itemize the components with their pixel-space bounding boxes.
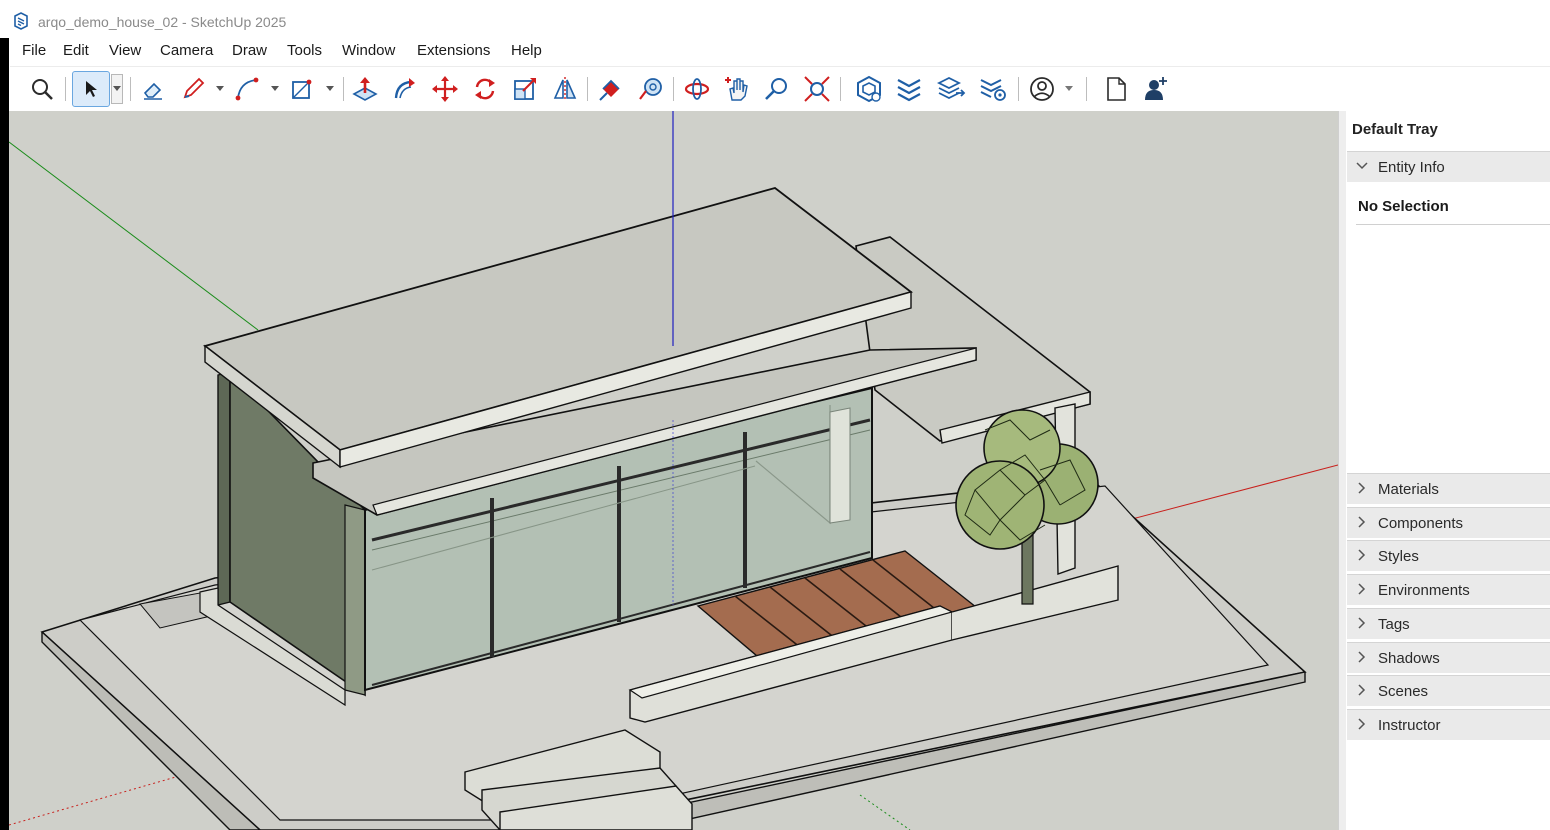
tray-title: Default Tray — [1352, 121, 1438, 138]
title-bar: arqo_demo_house_02 - SketchUp 2025 — [0, 0, 1550, 38]
panel-styles[interactable]: Styles — [1347, 540, 1550, 571]
extension-warehouse-icon[interactable] — [892, 71, 926, 107]
toolbar-separator — [130, 77, 131, 101]
panel-label: Shadows — [1378, 650, 1440, 667]
menu-camera[interactable]: Camera — [160, 42, 213, 59]
orbit-icon[interactable] — [680, 71, 714, 107]
toolbar-separator — [1018, 77, 1019, 101]
chevron-right-icon — [1358, 549, 1366, 561]
pencil-line-icon[interactable] — [176, 71, 210, 107]
panel-instructor[interactable]: Instructor — [1347, 709, 1550, 740]
chevron-right-icon — [1358, 684, 1366, 696]
chevron-right-icon — [1358, 482, 1366, 494]
menu-file[interactable]: File — [22, 42, 46, 59]
add-user-icon[interactable] — [1139, 71, 1173, 107]
zoom-extents-icon[interactable] — [800, 71, 834, 107]
sketchup-logo-icon — [14, 12, 28, 30]
account-icon[interactable] — [1025, 71, 1059, 107]
toolbar-separator — [343, 77, 344, 101]
chevron-down-icon — [1356, 162, 1368, 170]
green-axis — [9, 141, 259, 331]
toolbar-separator — [673, 77, 674, 101]
panel-components[interactable]: Components — [1347, 507, 1550, 538]
panel-shadows[interactable]: Shadows — [1347, 642, 1550, 673]
send-to-layout-icon[interactable] — [934, 71, 968, 107]
toolbar-separator — [587, 77, 588, 101]
shape-dropdown-icon[interactable] — [324, 71, 336, 107]
line-dropdown-icon[interactable] — [214, 71, 226, 107]
entity-selection-status: No Selection — [1358, 198, 1449, 215]
select-tool-icon[interactable] — [72, 71, 110, 107]
menu-bar: File Edit View Camera Draw Tools Window … — [10, 38, 1550, 64]
rectangle-icon[interactable] — [285, 71, 319, 107]
pan-icon[interactable] — [720, 71, 754, 107]
panel-scenes[interactable]: Scenes — [1347, 675, 1550, 706]
search-icon[interactable] — [25, 71, 59, 107]
scale-icon[interactable] — [508, 71, 542, 107]
rotate-icon[interactable] — [468, 71, 502, 107]
divider — [1356, 224, 1550, 225]
green-axis-negative — [859, 794, 911, 830]
3d-warehouse-icon[interactable] — [852, 71, 886, 107]
extension-manager-icon[interactable] — [976, 71, 1010, 107]
panel-label: Entity Info — [1378, 159, 1445, 176]
tape-measure-icon[interactable] — [634, 71, 668, 107]
main-toolbar — [10, 66, 1550, 112]
panel-tags[interactable]: Tags — [1347, 608, 1550, 639]
chevron-right-icon — [1358, 516, 1366, 528]
move-icon[interactable] — [428, 71, 462, 107]
arc-dropdown-icon[interactable] — [269, 71, 281, 107]
new-file-icon[interactable] — [1099, 71, 1133, 107]
chevron-right-icon — [1358, 651, 1366, 663]
tree-trunk — [1021, 534, 1034, 605]
menu-draw[interactable]: Draw — [232, 42, 267, 59]
menu-edit[interactable]: Edit — [63, 42, 89, 59]
account-dropdown-icon[interactable] — [1063, 71, 1075, 107]
select-dropdown-icon[interactable] — [111, 74, 123, 104]
follow-me-icon[interactable] — [388, 71, 422, 107]
menu-window[interactable]: Window — [342, 42, 395, 59]
paint-bucket-icon[interactable] — [594, 71, 628, 107]
model-viewport[interactable] — [9, 111, 1338, 830]
window-title: arqo_demo_house_02 - SketchUp 2025 — [38, 14, 287, 30]
default-tray: Default Tray Entity Info No Selection Ma… — [1346, 111, 1550, 830]
panel-environments[interactable]: Environments — [1347, 574, 1550, 605]
tray-splitter[interactable] — [1338, 111, 1346, 830]
panel-label: Styles — [1378, 548, 1419, 565]
chevron-right-icon — [1358, 583, 1366, 595]
panel-label: Instructor — [1378, 717, 1441, 734]
menu-view[interactable]: View — [109, 42, 141, 59]
chevron-right-icon — [1358, 617, 1366, 629]
menu-extensions[interactable]: Extensions — [417, 42, 490, 59]
flip-icon[interactable] — [548, 71, 582, 107]
window-edge — [0, 38, 9, 830]
panel-materials[interactable]: Materials — [1347, 473, 1550, 504]
panel-entity-info[interactable]: Entity Info — [1347, 151, 1550, 182]
panel-label: Environments — [1378, 582, 1470, 599]
panel-label: Materials — [1378, 481, 1439, 498]
panel-label: Tags — [1378, 616, 1410, 633]
eraser-icon[interactable] — [136, 71, 170, 107]
menu-tools[interactable]: Tools — [287, 42, 322, 59]
chevron-right-icon — [1358, 718, 1366, 730]
panel-label: Components — [1378, 515, 1464, 532]
toolbar-separator — [65, 77, 66, 101]
push-pull-icon[interactable] — [348, 71, 382, 107]
model-scene — [9, 111, 1338, 830]
red-axis-negative — [9, 769, 201, 826]
arc-icon[interactable] — [230, 71, 264, 107]
toolbar-separator — [840, 77, 841, 101]
panel-label: Scenes — [1378, 683, 1429, 700]
menu-help[interactable]: Help — [511, 42, 542, 59]
zoom-icon[interactable] — [760, 71, 794, 107]
toolbar-separator — [1086, 77, 1087, 101]
